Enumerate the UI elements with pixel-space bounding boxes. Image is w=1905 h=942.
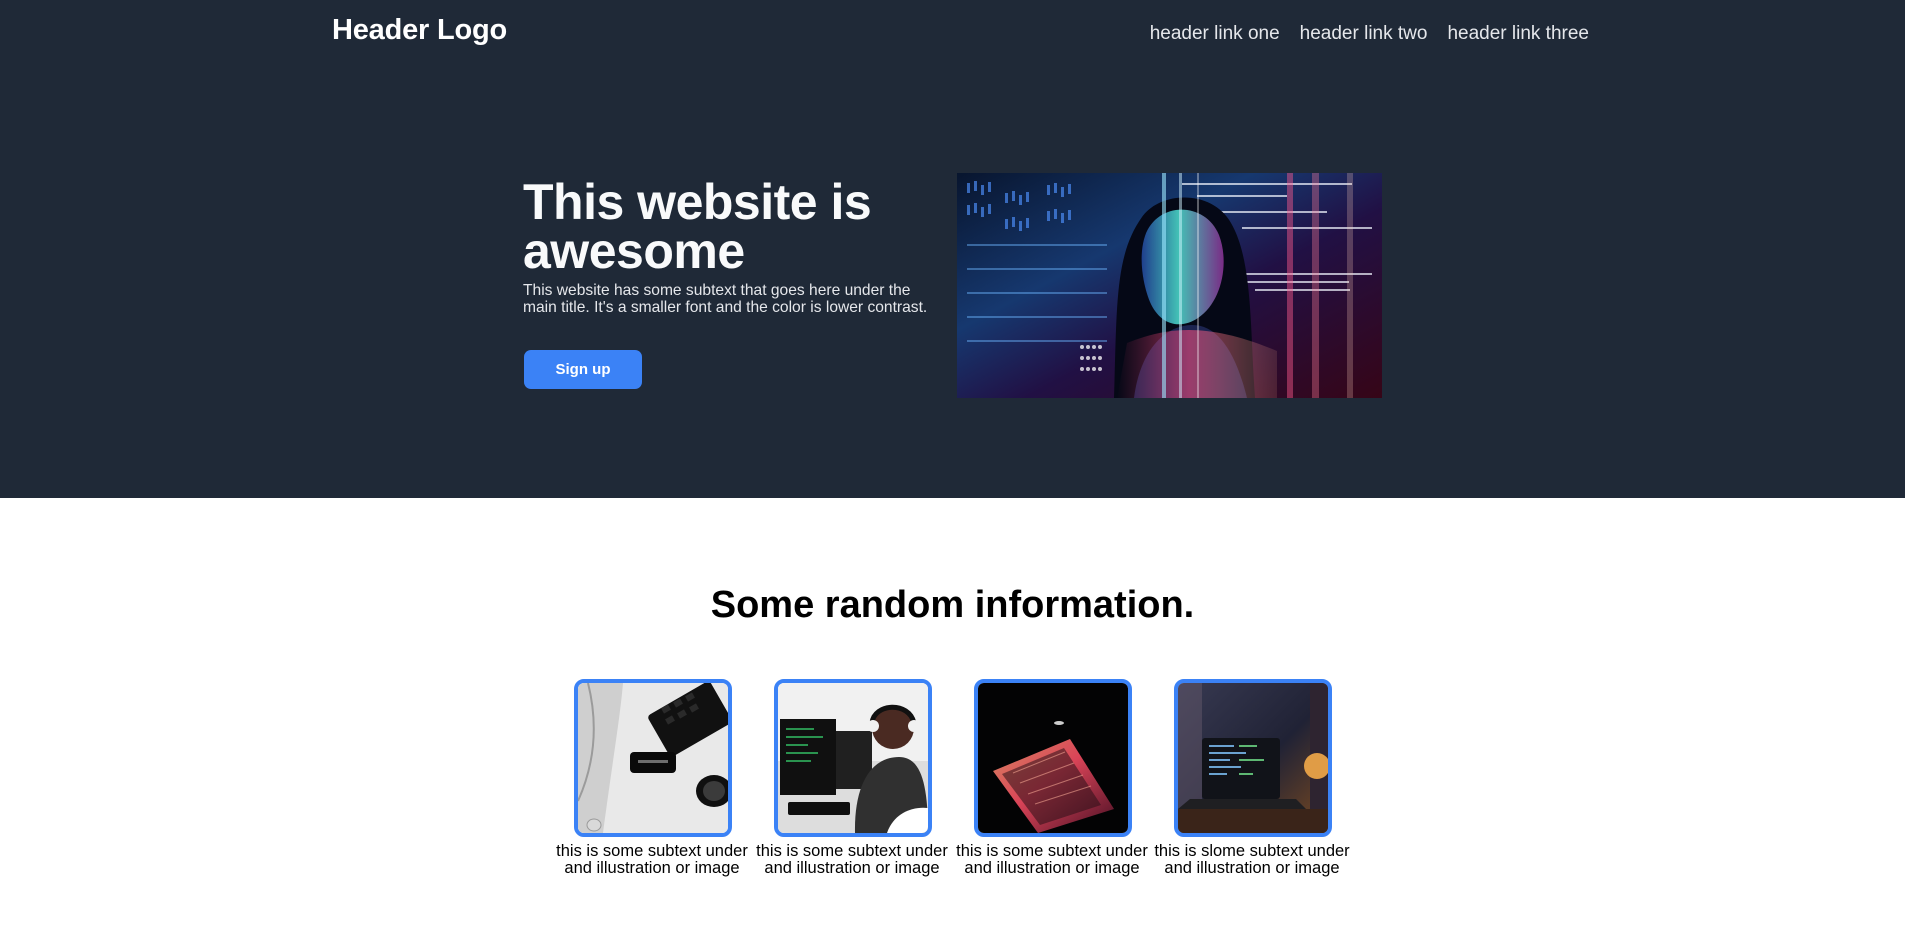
info-card-grid: this is some subtext under and illustrat… (551, 679, 1351, 894)
desk-setup-image (574, 679, 732, 837)
laptop-keyboard-image (974, 679, 1132, 837)
hero-copy: This website is awesome This website has… (523, 174, 933, 316)
info-card-caption: this is some subtext under and illustrat… (756, 842, 948, 877)
laptop-code-image (1174, 679, 1332, 837)
info-card-caption: this is slome subtext under and illustra… (1154, 842, 1350, 877)
header-logo[interactable]: Header Logo (332, 14, 507, 47)
header-nav: header link one header link two header l… (1150, 23, 1589, 45)
info-card: this is some subtext under and illustrat… (551, 679, 753, 879)
developer-headphones-image (774, 679, 932, 837)
hero-image (957, 173, 1382, 398)
header-link-two[interactable]: header link two (1300, 23, 1428, 45)
hero-subtext: This website has some subtext that goes … (523, 282, 928, 316)
header-link-one[interactable]: header link one (1150, 23, 1280, 45)
info-card-caption: this is some subtext under and illustrat… (956, 842, 1148, 877)
section-title: Some random information. (710, 584, 1195, 626)
header-link-three[interactable]: header link three (1447, 23, 1589, 45)
info-card: this is some subtext under and illustrat… (751, 679, 953, 879)
info-card: this is some subtext under and illustrat… (951, 679, 1153, 879)
info-card: this is slome subtext under and illustra… (1151, 679, 1353, 879)
info-card-caption: this is some subtext under and illustrat… (556, 842, 748, 877)
hero-section: Header Logo header link one header link … (0, 0, 1905, 498)
hero-title: This website is awesome (523, 174, 872, 279)
signup-button[interactable]: Sign up (524, 350, 642, 389)
